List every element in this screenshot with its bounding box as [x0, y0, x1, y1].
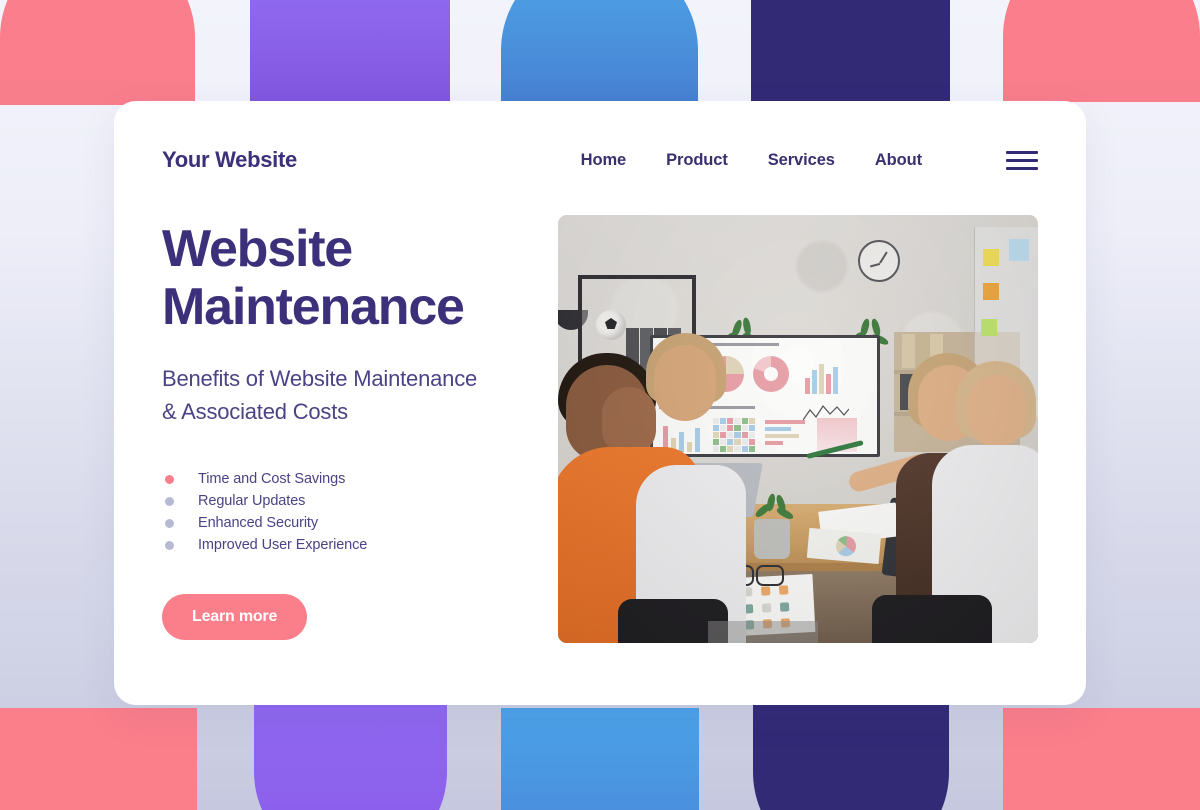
nav-item-services[interactable]: Services	[768, 151, 835, 170]
photo-overlay	[558, 215, 1038, 643]
bullet-dot-icon	[165, 518, 174, 528]
list-item: Enhanced Security	[162, 512, 558, 534]
list-item: Regular Updates	[162, 490, 558, 512]
bg-shape-top-coral-arch-left	[0, 0, 195, 105]
page-root: Your Website Home Product Services About…	[0, 0, 1200, 810]
page-title-line-1: Website	[162, 220, 353, 278]
page-subtitle-line-2: & Associated Costs	[162, 399, 348, 424]
list-item: Improved User Experience	[162, 534, 558, 556]
list-item: Time and Cost Savings	[162, 468, 558, 490]
bg-shape-bottom-coral-rect-right	[1003, 708, 1200, 810]
benefits-list: Time and Cost Savings Regular Updates En…	[162, 468, 558, 556]
nav-item-product[interactable]: Product	[666, 151, 728, 170]
hamburger-line-1	[1006, 150, 1038, 154]
page-title: Website Maintenance	[162, 220, 558, 336]
learn-more-button[interactable]: Learn more	[162, 594, 308, 640]
benefit-label: Enhanced Security	[198, 515, 319, 531]
bg-shape-top-coral-arch-right	[1003, 0, 1200, 102]
bullet-dot-icon	[165, 474, 174, 484]
benefit-label: Time and Cost Savings	[198, 471, 346, 487]
primary-navigation: Home Product Services About	[581, 150, 1038, 170]
hero-content: Website Maintenance Benefits of Website …	[114, 215, 1086, 705]
nav-item-about[interactable]: About	[875, 151, 922, 170]
bg-shape-top-dark-purple-rect	[751, 0, 950, 102]
bg-shape-top-purple-rect	[250, 0, 450, 102]
bullet-dot-icon	[165, 540, 174, 550]
benefit-label: Regular Updates	[198, 493, 306, 509]
bg-shape-bottom-coral-rect-left	[0, 708, 197, 810]
page-subtitle: Benefits of Website Maintenance & Associ…	[162, 362, 558, 428]
hamburger-menu-icon[interactable]	[1006, 150, 1038, 170]
hamburger-line-2	[1006, 158, 1038, 162]
meeting-room-photo	[558, 215, 1038, 643]
hamburger-line-3	[1006, 166, 1038, 170]
nav-item-home[interactable]: Home	[581, 151, 627, 170]
bg-shape-top-blue-arch	[501, 0, 698, 102]
brand-logo[interactable]: Your Website	[162, 147, 297, 173]
hero-card: Your Website Home Product Services About…	[114, 101, 1086, 705]
bullet-dot-icon	[165, 496, 174, 506]
page-subtitle-line-1: Benefits of Website Maintenance	[162, 366, 478, 391]
bg-shape-bottom-purple-arch	[254, 700, 447, 810]
bg-shape-bottom-dark-purple-arch	[753, 700, 949, 810]
benefit-label: Improved User Experience	[198, 537, 368, 553]
hero-text-column: Website Maintenance Benefits of Website …	[162, 219, 558, 705]
page-title-line-2: Maintenance	[162, 278, 465, 336]
bg-shape-bottom-blue-rect	[501, 708, 699, 810]
hero-photo-container	[558, 215, 1038, 643]
site-header: Your Website Home Product Services About	[114, 101, 1086, 219]
